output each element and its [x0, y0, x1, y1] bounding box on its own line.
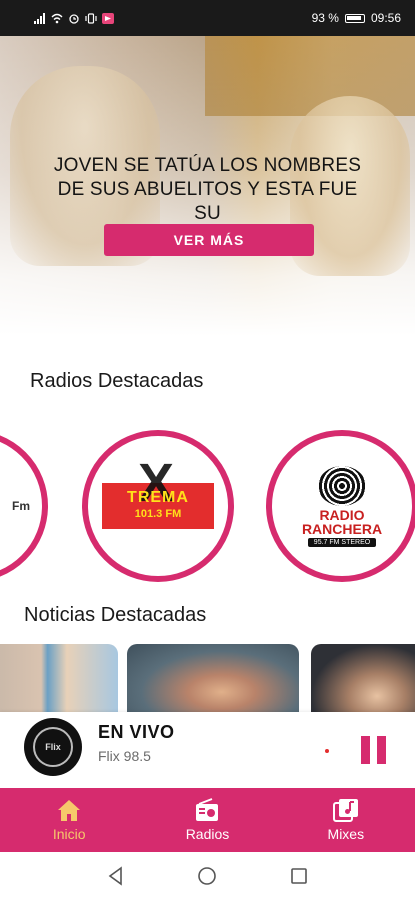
ranchera-logo: RADIO RANCHERA 95.7 FM STEREO	[283, 465, 401, 547]
home-circle-icon	[198, 867, 217, 885]
live-indicator	[325, 749, 329, 753]
hero-headline: JOVEN SE TATÚA LOS NOMBRES DE SUS ABUELI…	[53, 155, 362, 224]
ver-mas-button[interactable]: VER MÁS	[104, 224, 314, 256]
pause-icon	[361, 736, 370, 764]
radio-card[interactable]: Fm	[0, 430, 48, 582]
bottom-navigation: Inicio Radios Mixes	[0, 788, 415, 852]
nav-label: Inicio	[52, 826, 86, 842]
pause-icon-bar	[377, 736, 386, 764]
nav-item-mixes[interactable]: Mixes	[277, 788, 415, 852]
recents-square-icon	[291, 868, 307, 884]
news-carousel[interactable]	[0, 644, 415, 712]
back-triangle-icon	[108, 866, 122, 886]
alarm-icon	[69, 13, 79, 24]
status-bar: 93 % 09:56	[0, 0, 415, 36]
pause-button[interactable]	[361, 736, 387, 764]
station-logo-text: Flix	[33, 727, 73, 767]
nav-item-inicio[interactable]: Inicio	[0, 788, 138, 852]
home-button[interactable]	[195, 864, 219, 888]
nav-label: Mixes	[327, 826, 365, 842]
nav-item-radios[interactable]: Radios	[138, 788, 276, 852]
radio-card[interactable]: X TREMA 101.3 FM	[82, 430, 234, 582]
station-logo: Flix	[24, 718, 82, 776]
vibrate-icon	[85, 12, 97, 24]
battery-icon	[344, 13, 365, 23]
status-icons-right: 93 % 09:56	[312, 11, 401, 25]
recents-button[interactable]	[287, 864, 311, 888]
radio-logo-text: RADIO RANCHERA	[301, 506, 383, 537]
news-section-title: Noticias Destacadas	[24, 604, 207, 626]
back-button[interactable]	[104, 864, 128, 888]
news-card[interactable]	[0, 644, 118, 712]
nav-label: Radios	[185, 826, 230, 842]
radio-logo-text: Fm	[12, 499, 30, 513]
system-navigation-bar	[0, 852, 415, 900]
wifi-icon	[51, 13, 63, 23]
home-icon	[58, 800, 81, 821]
radio-icon	[196, 798, 219, 821]
clock: 09:56	[370, 11, 401, 25]
player-station-name: Flix 98.5	[98, 748, 151, 764]
signal-icon	[34, 12, 45, 24]
player-title: EN VIVO	[98, 722, 175, 742]
radio-logo-subtext: 101.3 FM	[134, 508, 182, 520]
hero-image-background	[205, 36, 415, 116]
hero-banner[interactable]: JOVEN SE TATÚA LOS NOMBRES DE SUS ABUELI…	[0, 36, 415, 336]
news-card[interactable]	[127, 644, 299, 712]
radio-logo-text: TREMA	[127, 489, 189, 506]
app-notification-icon	[102, 12, 114, 24]
trema-logo: X TREMA 101.3 FM	[102, 456, 214, 529]
radio-card[interactable]: RADIO RANCHERA 95.7 FM STEREO	[266, 430, 415, 582]
battery-percent: 93 %	[311, 11, 339, 25]
radios-carousel[interactable]: Fm X TREMA 101.3 FM RADIO RANCHERA 95.7 …	[0, 430, 415, 582]
radio-logo-subtext: 95.7 FM STEREO	[307, 537, 377, 547]
status-icons-left	[34, 12, 114, 24]
radios-section-title: Radios Destacadas	[30, 370, 204, 392]
music-library-icon	[332, 799, 358, 822]
news-card[interactable]	[311, 644, 415, 712]
ranchera-emblem-icon	[318, 465, 366, 506]
now-playing-bar[interactable]: Flix EN VIVO Flix 98.5	[0, 712, 415, 788]
